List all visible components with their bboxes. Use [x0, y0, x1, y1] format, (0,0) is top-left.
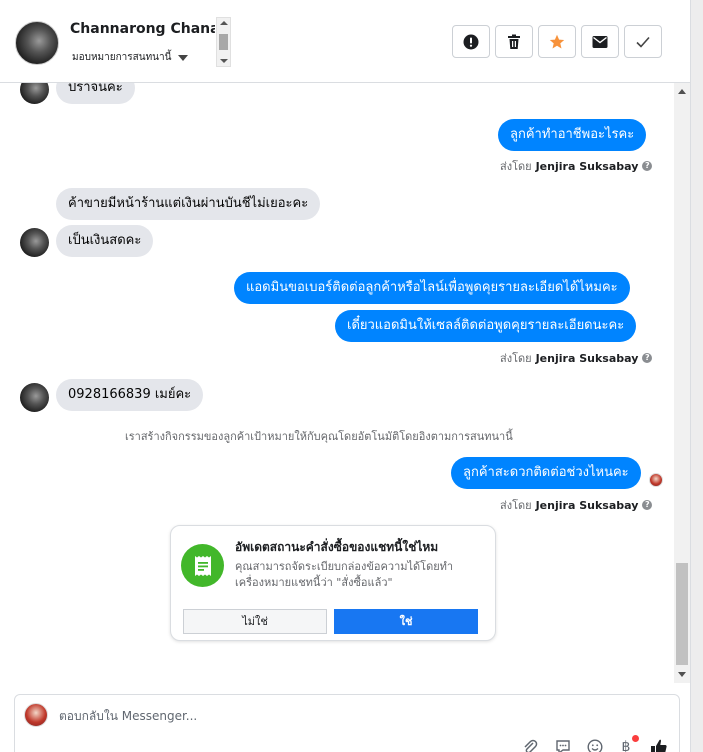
message-thread[interactable]: ปราจนคะ ลูกค้าทำอาชีพอะไรคะ ส่งโดย Jenji… [0, 83, 690, 683]
emoji-button[interactable] [585, 737, 605, 752]
help-icon[interactable]: ? [642, 353, 653, 363]
sent-by-name[interactable]: Jenjira Suksabay [536, 499, 639, 512]
paperclip-icon [524, 739, 538, 752]
assign-conversation-dropdown[interactable]: มอบหมายการสนทนานี้ [72, 50, 189, 65]
scroll-up-icon[interactable] [678, 89, 686, 94]
caret-down-icon [178, 54, 189, 61]
exclamation-icon [463, 34, 479, 49]
trash-icon [508, 34, 520, 49]
contact-avatar-small [20, 383, 49, 412]
incoming-message: ค้าขายมีหน้าร้านแต่เงินผ่านบันชีไม่เยอะค… [56, 188, 321, 220]
yes-button[interactable]: ใช่ [334, 609, 478, 634]
sent-by-prefix: ส่งโดย [500, 499, 532, 512]
delete-button[interactable] [495, 25, 533, 58]
sent-by-prefix: ส่งโดย [500, 352, 532, 365]
assign-label: มอบหมายการสนทนานี้ [72, 52, 172, 63]
reply-input[interactable] [59, 707, 619, 725]
incoming-message: ปราจนคะ [56, 83, 135, 104]
mark-spam-button[interactable] [452, 25, 490, 58]
mark-unread-button[interactable] [581, 25, 619, 58]
conversation-header: Channarong Chanarok มอบหมายการสนทนานี้ [0, 0, 690, 83]
incoming-message: 0928166839 เมย์คะ [56, 379, 204, 411]
scroll-down-icon[interactable] [220, 59, 228, 63]
contact-avatar[interactable] [15, 21, 59, 65]
card-title: อัพเดตสถานะคำสั่งซื้อของแชทนี้ใช่ไหม [235, 540, 439, 554]
inbox-conversation-view: Channarong Chanarok มอบหมายการสนทนานี้ [0, 0, 703, 752]
scroll-thumb[interactable] [676, 563, 688, 665]
thread-scrollbar[interactable] [674, 83, 690, 683]
smiley-icon [587, 739, 603, 752]
outgoing-message: ลูกค้าทำอาชีพอะไรคะ [498, 119, 647, 151]
scroll-up-icon[interactable] [220, 21, 228, 25]
outgoing-message: แอดมินขอเบอร์ติดต่อลูกค้าหรือไลน์เพื่อพู… [234, 272, 630, 304]
like-button[interactable] [649, 737, 669, 752]
star-icon [549, 34, 565, 48]
thumbs-up-icon [651, 739, 667, 752]
contact-avatar-small [20, 83, 49, 104]
incoming-message: เป็นเงินสดคะ [56, 225, 154, 257]
page-avatar [24, 703, 48, 727]
sent-by-label: ส่งโดย Jenjira Suksabay ? [500, 349, 653, 367]
seen-avatar [649, 473, 663, 487]
side-panel-edge [690, 0, 703, 752]
sent-by-label: ส่งโดย Jenjira Suksabay ? [500, 157, 653, 175]
help-icon[interactable]: ? [642, 161, 653, 171]
receipt-icon [181, 544, 224, 587]
saved-replies-button[interactable] [553, 737, 573, 752]
attachment-button[interactable] [520, 737, 540, 752]
system-note: เราสร้างกิจกรรมของลูกค้าเป้าหมายให้กับคุ… [125, 430, 513, 443]
outgoing-message: ลูกค้าสะดวกติดต่อช่วงไหนคะ [451, 457, 641, 489]
chat-bubble-icon [556, 740, 570, 752]
sent-by-label: ส่งโดย Jenjira Suksabay ? [500, 496, 653, 514]
outgoing-message: เดี๋ยวแอดมินให้เซลล์ติดต่อพูดคุยรายละเอี… [335, 310, 637, 342]
sent-by-name[interactable]: Jenjira Suksabay [536, 352, 639, 365]
check-icon [636, 36, 650, 48]
mark-done-button[interactable] [624, 25, 662, 58]
order-status-prompt: อัพเดตสถานะคำสั่งซื้อของแชทนี้ใช่ไหม คุณ… [170, 525, 496, 641]
reply-composer: ฿ [14, 694, 680, 752]
follow-up-button[interactable] [538, 25, 576, 58]
contact-avatar-small [20, 228, 49, 257]
contact-name[interactable]: Channarong Chanarok [70, 21, 215, 37]
card-description: คุณสามารถจัดระเบียบกล่องข้อความได้โดยทำเ… [235, 560, 454, 589]
no-button[interactable]: ไม่ใช่ [183, 609, 327, 634]
notification-dot [632, 735, 639, 742]
scroll-thumb[interactable] [219, 34, 228, 50]
scroll-down-icon[interactable] [678, 672, 686, 677]
envelope-icon [592, 35, 608, 48]
baht-icon: ฿ [621, 739, 631, 752]
help-icon[interactable]: ? [642, 500, 653, 510]
sent-by-name[interactable]: Jenjira Suksabay [536, 160, 639, 173]
sent-by-prefix: ส่งโดย [500, 160, 532, 173]
header-scrollbar[interactable] [216, 17, 231, 67]
